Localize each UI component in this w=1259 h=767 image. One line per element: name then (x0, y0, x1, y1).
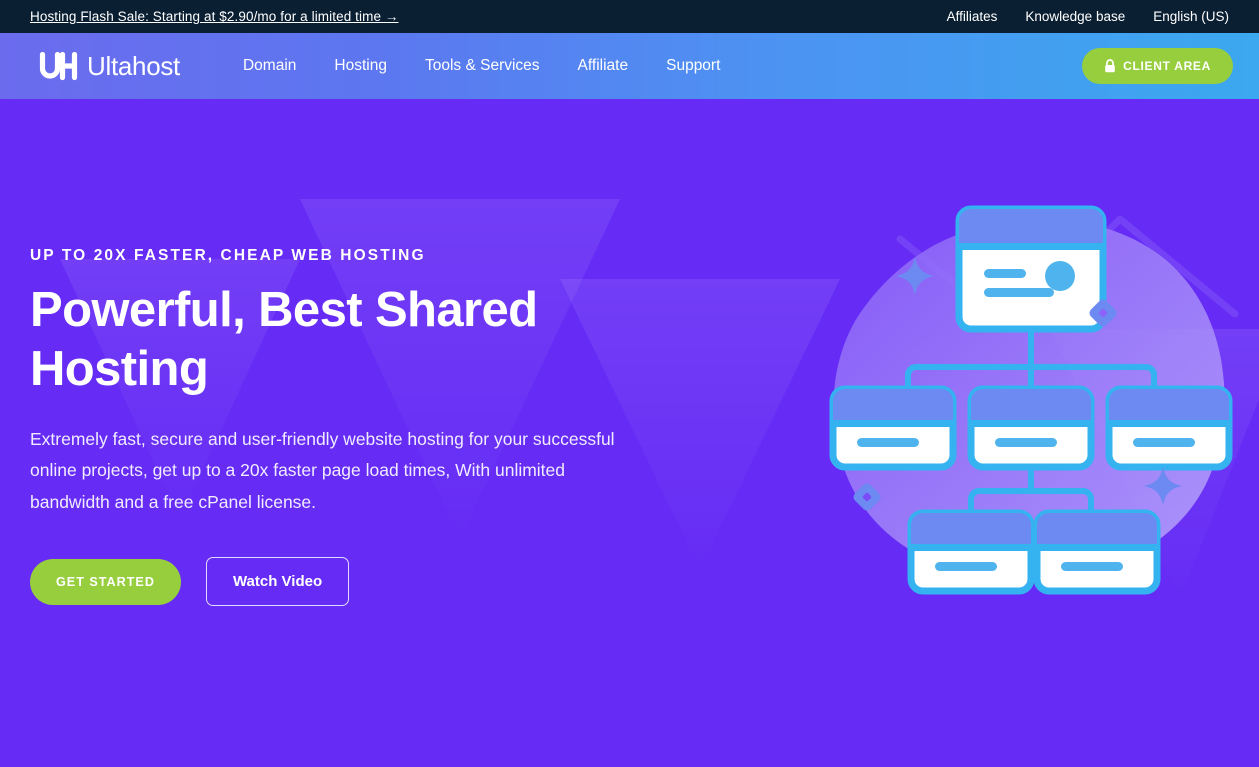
hero-cta-group: GET STARTED Watch Video (30, 557, 670, 607)
topbar-link-knowledge-base[interactable]: Knowledge base (1025, 9, 1125, 24)
hero-title: Powerful, Best Shared Hosting (30, 283, 538, 397)
top-utility-bar: Hosting Flash Sale: Starting at $2.90/mo… (0, 0, 1259, 33)
site-logo[interactable]: Ultahost (38, 51, 180, 81)
watch-video-button[interactable]: Watch Video (205, 557, 350, 607)
get-started-button[interactable]: GET STARTED (30, 558, 181, 605)
nav-item-support[interactable]: Support (647, 47, 739, 85)
hero-subtitle: Extremely fast, secure and user-friendly… (30, 428, 615, 513)
hero-eyebrow: Up to 20x Faster, Cheap Web Hosting (30, 247, 426, 264)
nav-item-hosting[interactable]: Hosting (315, 47, 406, 85)
uh-monogram-icon (38, 51, 80, 81)
lock-icon (1104, 59, 1116, 73)
promo-banner-link[interactable]: Hosting Flash Sale: Starting at $2.90/mo… (30, 9, 399, 24)
primary-navigation: Domain Hosting Tools & Services Affiliat… (224, 47, 739, 85)
hero-section: Up to 20x Faster, Cheap Web Hosting Powe… (0, 99, 1259, 767)
nav-item-domain[interactable]: Domain (224, 47, 315, 85)
main-header: Ultahost Domain Hosting Tools & Services… (0, 33, 1259, 99)
topbar-link-affiliates[interactable]: Affiliates (947, 9, 998, 24)
logo-wordmark: Ultahost (87, 51, 180, 81)
nav-item-tools-services[interactable]: Tools & Services (406, 47, 559, 85)
language-selector[interactable]: English (US) (1153, 9, 1229, 24)
top-utility-links: Affiliates Knowledge base English (US) (947, 9, 1229, 24)
nav-item-affiliate[interactable]: Affiliate (559, 47, 648, 85)
client-area-button[interactable]: CLIENT AREA (1082, 48, 1233, 84)
hero-content-row: Up to 20x Faster, Cheap Web Hosting Powe… (0, 99, 1259, 767)
hero-copy-block: Up to 20x Faster, Cheap Web Hosting Powe… (30, 99, 670, 607)
client-area-label: CLIENT AREA (1123, 59, 1211, 73)
